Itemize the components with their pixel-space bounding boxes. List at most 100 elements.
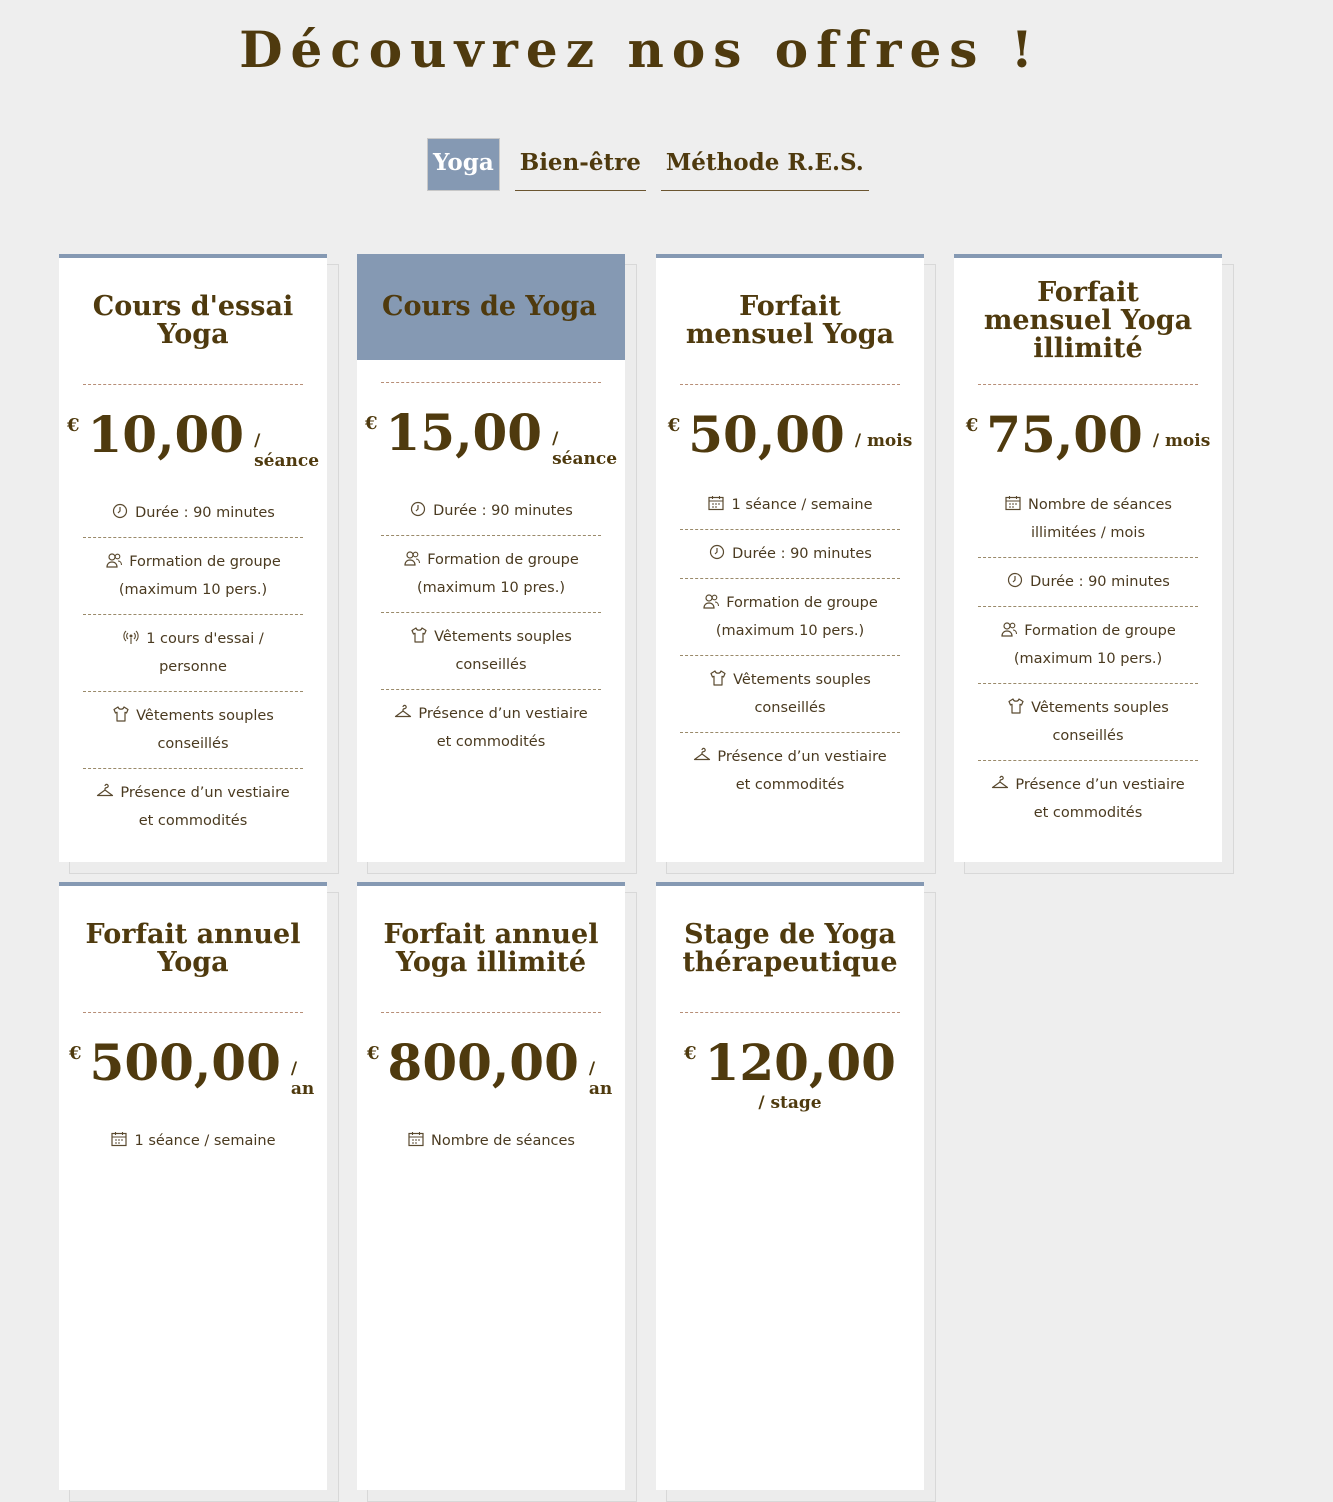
group-icon: [702, 591, 720, 609]
hanger-icon: [394, 702, 412, 718]
feature-item: Présence d’un vestiaire et commodités: [83, 769, 303, 845]
card-title: Forfait mensuel Yoga illimité: [983, 277, 1193, 364]
page-title: Découvrez nos offres !: [239, 20, 1041, 79]
feature-text: Présence d’un vestiaire et commodités: [418, 706, 588, 750]
feature-item: Durée : 90 minutes: [978, 558, 1198, 607]
feature-list: Nombre de séances: [357, 1117, 625, 1165]
card-header: Forfait annuel Yoga illimité: [357, 886, 625, 1012]
price-currency: €: [66, 415, 80, 436]
feature-text: Vêtements souples conseillés: [1031, 700, 1169, 744]
feature-item: Vêtements souples conseillés: [680, 656, 900, 733]
feature-item: Vêtements souples conseillés: [83, 692, 303, 769]
card-price: €800,00 / an: [357, 1013, 625, 1117]
calendar-icon: [707, 493, 725, 511]
broadcast-icon: [122, 627, 140, 644]
price-amount: 800,00: [387, 1033, 579, 1092]
shirt-icon: [1007, 696, 1025, 714]
feature-text: 1 séance / semaine: [134, 1133, 276, 1149]
feature-text: Formation de groupe (maximum 10 pers.): [1013, 623, 1176, 667]
feature-list: Durée : 90 minutes Formation de groupe (m…: [357, 487, 625, 766]
offer-tabs: Yoga Bien-être Méthode R.E.S.: [427, 138, 869, 191]
feature-text: 1 séance / semaine: [731, 497, 873, 513]
price-period: / séance: [552, 429, 618, 469]
price-amount: 15,00: [385, 403, 543, 462]
feature-item: 1 cours d'essai / personne: [83, 615, 303, 692]
card-price: €15,00/ séance: [357, 383, 625, 487]
card-price: €500,00 / an: [59, 1013, 327, 1117]
feature-item: Nombre de séances: [381, 1117, 601, 1165]
feature-text: Vêtements souples conseillés: [136, 708, 274, 752]
feature-item: Présence d’un vestiaire et commodités: [381, 690, 601, 766]
feature-text: Présence d’un vestiaire et commodités: [120, 785, 290, 829]
feature-text: Vêtements souples conseillés: [434, 629, 572, 673]
pricing-card: Cours de Yoga €15,00/ séance Durée : 90 mi…: [357, 254, 625, 862]
price-currency: €: [965, 415, 979, 436]
feature-text: Présence d’un vestiaire et commodités: [1015, 777, 1185, 821]
price-amount: 50,00: [688, 405, 845, 464]
tab-yoga[interactable]: Yoga: [427, 138, 500, 191]
feature-text: Présence d’un vestiaire et commodités: [717, 749, 887, 793]
feature-item: Formation de groupe (maximum 10 pers.): [83, 538, 303, 615]
card-header: Cours d'essai Yoga: [59, 258, 327, 384]
pricing-card: Forfait annuel Yoga illimité €800,00 / an N…: [357, 882, 625, 1490]
feature-text: 1 cours d'essai / personne: [146, 631, 264, 675]
card-price: €50,00 / mois: [656, 385, 924, 481]
price-period: / mois: [854, 431, 913, 451]
feature-item: Durée : 90 minutes: [680, 530, 900, 579]
card-title: Forfait annuel Yoga illimité: [383, 919, 599, 978]
feature-item: Présence d’un vestiaire et commodités: [978, 761, 1198, 837]
feature-item: Formation de groupe (maximum 10 pres.): [381, 536, 601, 613]
group-icon: [105, 550, 123, 568]
feature-text: Formation de groupe (maximum 10 pres.): [417, 552, 579, 596]
pricing-card: Stage de Yoga thérapeutique €120,00/ stag…: [656, 882, 924, 1490]
price-amount: 75,00: [986, 405, 1143, 464]
price-period: / an: [588, 1059, 613, 1099]
feature-text: Nombre de séances: [431, 1133, 575, 1149]
tab-bien-etre[interactable]: Bien-être: [514, 138, 646, 191]
price-currency: €: [364, 413, 378, 434]
card-title: Stage de Yoga thérapeutique: [682, 919, 898, 978]
price-amount: 120,00: [704, 1033, 896, 1092]
hanger-icon: [96, 781, 114, 797]
shirt-icon: [709, 668, 727, 686]
feature-item: Vêtements souples conseillés: [381, 613, 601, 690]
tab-methode-res[interactable]: Méthode R.E.S.: [660, 138, 869, 191]
price-currency: €: [684, 1043, 697, 1064]
price-currency: €: [367, 1043, 380, 1064]
feature-text: Formation de groupe (maximum 10 pers.): [715, 595, 878, 639]
feature-item: 1 séance / semaine: [83, 1117, 303, 1165]
price-amount: 500,00: [89, 1033, 281, 1092]
hanger-icon: [991, 773, 1009, 789]
card-header: Cours de Yoga: [357, 254, 625, 360]
feature-item: Nombre de séances illimitées / mois: [978, 481, 1198, 558]
feature-item: 1 séance / semaine: [680, 481, 900, 530]
price-period: / stage: [758, 1093, 822, 1113]
price-currency: €: [667, 415, 681, 436]
card-title: Cours d'essai Yoga: [92, 291, 294, 350]
clock-icon: [409, 499, 427, 517]
pricing-card: Forfait mensuel Yoga illimité €75,00 / moi…: [954, 254, 1222, 862]
feature-text: Durée : 90 minutes: [135, 505, 275, 521]
price-period: / mois: [1152, 431, 1211, 451]
feature-text: Durée : 90 minutes: [1030, 574, 1170, 590]
feature-item: Durée : 90 minutes: [381, 487, 601, 536]
pricing-card: Cours d'essai Yoga €10,00/ séance Durée : …: [59, 254, 327, 862]
shirt-icon: [410, 625, 428, 643]
price-currency: €: [69, 1043, 82, 1064]
calendar-icon: [110, 1129, 128, 1147]
feature-list: Durée : 90 minutes Formation de groupe (m…: [59, 489, 327, 845]
card-header: Forfait annuel Yoga: [59, 886, 327, 1012]
clock-icon: [708, 542, 726, 560]
feature-item: Formation de groupe (maximum 10 pers.): [680, 579, 900, 656]
feature-list: 1 séance / semaine: [59, 1117, 327, 1165]
card-title: Cours de Yoga: [382, 291, 597, 322]
feature-item: Formation de groupe (maximum 10 pers.): [978, 607, 1198, 684]
feature-text: Formation de groupe (maximum 10 pers.): [118, 554, 281, 598]
feature-list: Nombre de séances illimitées / mois Durée…: [954, 481, 1222, 837]
feature-text: Vêtements souples conseillés: [733, 672, 871, 716]
feature-text: Durée : 90 minutes: [732, 546, 872, 562]
price-period: / séance: [254, 431, 320, 471]
card-price: €120,00/ stage: [656, 1013, 924, 1131]
card-title: Forfait mensuel Yoga: [685, 291, 895, 350]
pricing-card: Forfait mensuel Yoga €50,00 / mois 1 séance…: [656, 254, 924, 862]
